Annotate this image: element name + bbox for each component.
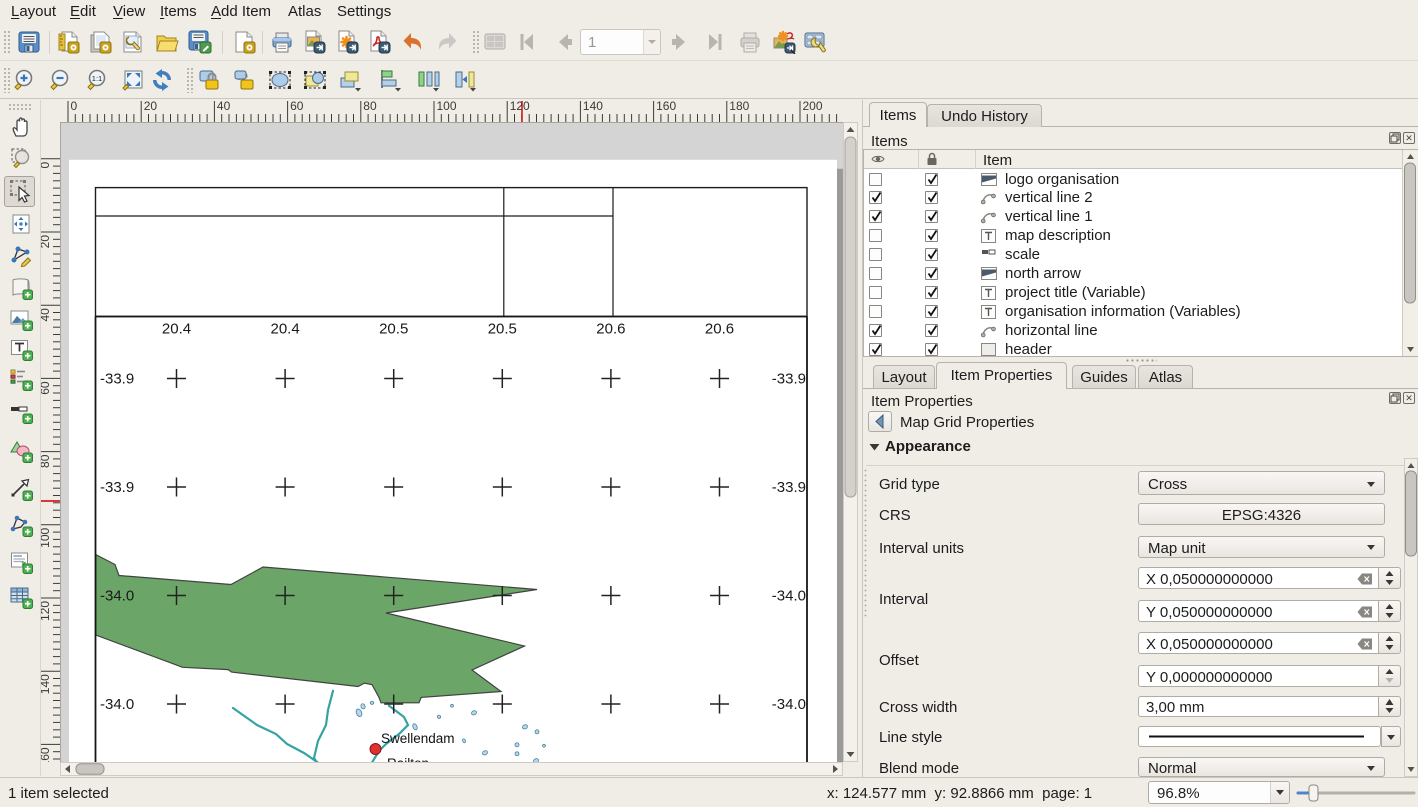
svg-text:-33.9: -33.9	[100, 479, 134, 496]
svg-text:180: 180	[729, 100, 749, 113]
svg-text:200: 200	[803, 100, 823, 113]
svg-text:120: 120	[41, 601, 52, 621]
svg-text:20: 20	[144, 100, 158, 113]
svg-text:40: 40	[41, 308, 52, 322]
svg-text:40: 40	[217, 100, 231, 113]
svg-text:0: 0	[41, 161, 52, 168]
svg-text:-33.9: -33.9	[772, 371, 806, 388]
svg-text:20: 20	[41, 235, 52, 249]
svg-text:100: 100	[437, 100, 457, 113]
svg-text:-34.0: -34.0	[772, 696, 806, 713]
svg-text:60: 60	[41, 381, 52, 395]
svg-text:20.4: 20.4	[270, 320, 299, 337]
svg-text:-34.0: -34.0	[100, 588, 134, 605]
svg-text:-33.9: -33.9	[772, 479, 806, 496]
svg-text:-34.0: -34.0	[100, 696, 134, 713]
svg-text:140: 140	[41, 674, 52, 694]
svg-text:160: 160	[656, 100, 676, 113]
svg-text:60: 60	[290, 100, 304, 113]
svg-text:Swellendam: Swellendam	[381, 731, 455, 746]
svg-text:160: 160	[41, 747, 52, 762]
svg-text:20.4: 20.4	[162, 320, 191, 337]
svg-text:80: 80	[363, 100, 377, 113]
svg-text:120: 120	[510, 100, 530, 113]
svg-text:0: 0	[71, 100, 78, 113]
svg-text:20.6: 20.6	[705, 320, 734, 337]
svg-text:80: 80	[41, 454, 52, 468]
svg-text:20.6: 20.6	[596, 320, 625, 337]
svg-text:-33.9: -33.9	[100, 371, 134, 388]
svg-text:-34.0: -34.0	[772, 588, 806, 605]
svg-text:1:1: 1:1	[92, 74, 102, 83]
svg-text:20.5: 20.5	[488, 320, 517, 337]
svg-text:100: 100	[41, 527, 52, 547]
svg-text:20.5: 20.5	[379, 320, 408, 337]
svg-text:140: 140	[583, 100, 603, 113]
